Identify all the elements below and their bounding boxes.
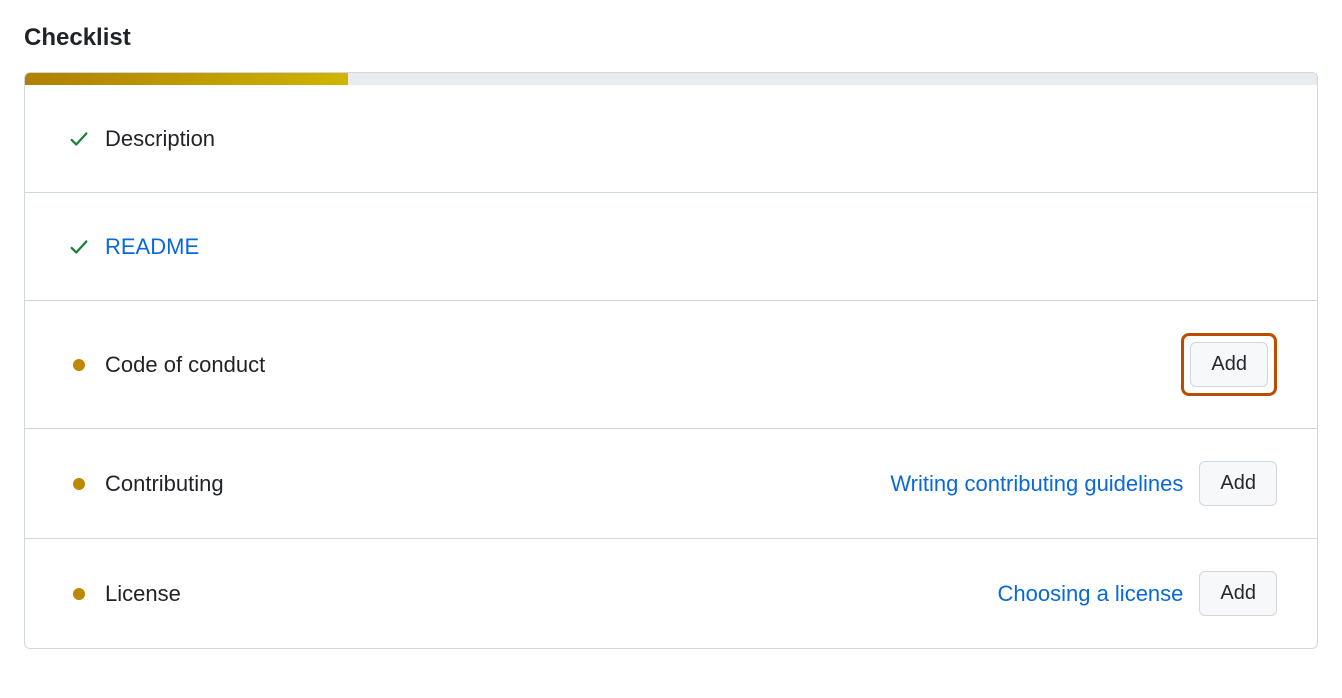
add-button-license[interactable]: Add [1199,571,1277,616]
contributing-guidelines-link[interactable]: Writing contributing guidelines [890,471,1183,497]
dot-icon [65,478,93,490]
progress-fill [25,73,348,85]
dot-icon [65,359,93,371]
checklist-row-description: Description [25,85,1317,193]
checklist-title: Checklist [24,24,1318,52]
checklist-row-contributing: Contributing Writing contributing guidel… [25,429,1317,539]
checklist-row-license: License Choosing a license Add [25,539,1317,648]
checklist-item-label: Code of conduct [105,352,1181,378]
check-icon [65,236,93,258]
progress-bar [25,73,1317,85]
readme-link[interactable]: README [105,234,1277,260]
highlight-box: Add [1181,333,1277,396]
checklist-item-label: License [105,581,998,607]
checklist-row-code-of-conduct: Code of conduct Add [25,301,1317,429]
add-button-code-of-conduct[interactable]: Add [1190,342,1268,387]
checklist-item-label: Contributing [105,471,890,497]
dot-icon [65,588,93,600]
check-icon [65,128,93,150]
checklist-panel: Description README Code of conduct Add C… [24,72,1318,649]
add-button-contributing[interactable]: Add [1199,461,1277,506]
checklist-row-readme: README [25,193,1317,301]
checklist-item-label: Description [105,126,1277,152]
choosing-license-link[interactable]: Choosing a license [998,581,1184,607]
